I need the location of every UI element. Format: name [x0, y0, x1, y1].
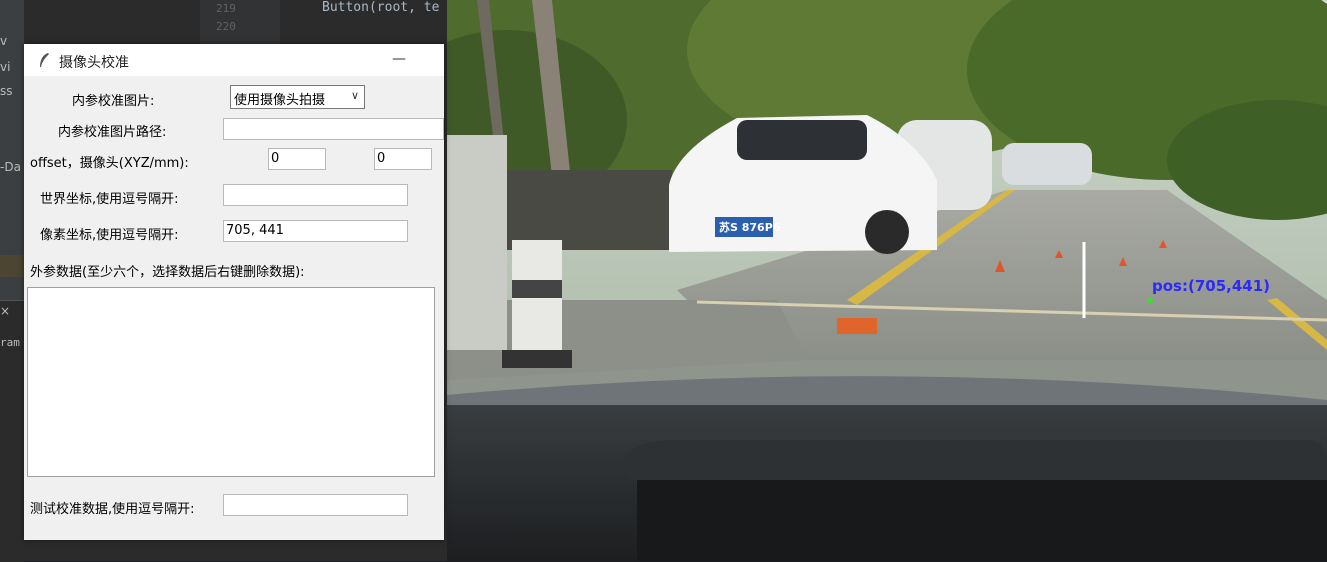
world-coords-label: 世界坐标,使用逗号隔开:	[40, 192, 179, 207]
ide-terminal-text: ram	[0, 336, 20, 349]
extrinsic-data-list[interactable]	[27, 287, 435, 477]
dialog-titlebar[interactable]: 摄像头校准 —	[24, 44, 444, 76]
dialog-title: 摄像头校准	[59, 55, 129, 71]
camera-view[interactable]: 苏S 876P6 pos:(705,441)	[447, 0, 1327, 561]
offset-x-input[interactable]: 0	[268, 148, 326, 170]
license-plate: 苏S 876P6	[719, 220, 781, 234]
test-data-label: 测试校准数据,使用逗号隔开:	[30, 502, 195, 517]
intrinsic-image-select[interactable]: 使用摄像头拍摄 ∨	[230, 85, 365, 109]
code-line: Button(root, te	[322, 0, 440, 15]
offset-y-input[interactable]: 0	[374, 148, 432, 170]
pixel-coords-label: 像素坐标,使用逗号隔开:	[40, 228, 179, 243]
ide-panel-text: vi	[0, 60, 11, 74]
close-icon[interactable]: ×	[0, 304, 10, 318]
extrinsic-data-label: 外参数据(至少六个，选择数据后右键删除数据):	[30, 265, 305, 280]
pos-overlay-label: pos:(705,441)	[1152, 277, 1271, 295]
test-data-input[interactable]	[223, 494, 408, 516]
ide-panel-text: -Da	[0, 160, 21, 174]
ide-panel-text: v	[0, 34, 8, 48]
chevron-down-icon: ∨	[350, 89, 359, 102]
feather-icon	[40, 53, 49, 67]
world-coords-input[interactable]	[223, 184, 408, 206]
intrinsic-path-label: 内参校准图片路径:	[58, 125, 167, 140]
intrinsic-image-select-value: 使用摄像头拍摄	[234, 93, 326, 108]
intrinsic-path-input[interactable]	[223, 118, 444, 140]
offset-label: offset，摄像头(XYZ/mm):	[30, 156, 189, 171]
line-number: 219	[216, 2, 236, 15]
intrinsic-image-label: 内参校准图片:	[72, 94, 155, 109]
minimize-button[interactable]: —	[384, 44, 414, 76]
ide-selected-row	[0, 255, 24, 277]
line-number: 220	[216, 20, 236, 33]
calibration-dialog: 摄像头校准 — 内参校准图片: 使用摄像头拍摄 ∨ 内参校准图片路径: offs…	[24, 44, 444, 540]
pos-marker	[1148, 298, 1153, 303]
ide-panel-text: ss	[0, 84, 13, 98]
pixel-coords-input[interactable]: 705, 441	[223, 220, 408, 242]
